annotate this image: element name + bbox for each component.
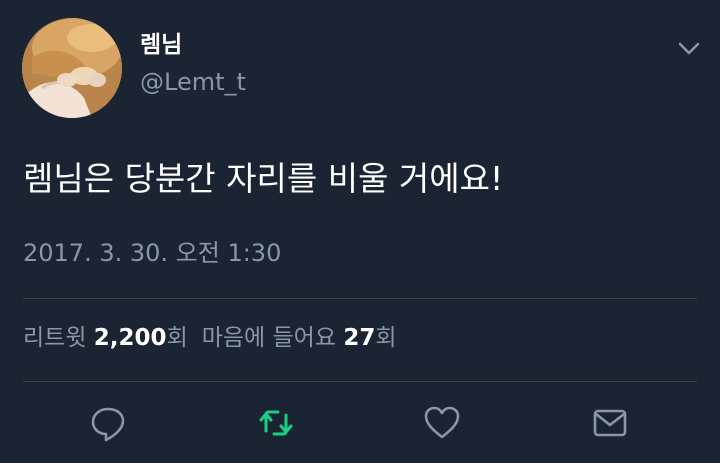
reply-icon	[91, 407, 125, 442]
avatar-cat-photo-icon	[22, 18, 122, 118]
display-name[interactable]: 렘님	[140, 34, 182, 57]
likes-count: 27	[343, 325, 376, 351]
heart-icon	[424, 406, 460, 439]
likes-stat[interactable]: 마음에 들어요 27회	[202, 325, 397, 351]
tweet-timestamp[interactable]: 2017. 3. 30. 오전 1:30	[23, 241, 281, 265]
retweets-stat[interactable]: 리트윗 2,200회	[23, 325, 188, 351]
retweets-count: 2,200	[93, 325, 167, 351]
likes-unit: 회	[375, 325, 397, 351]
divider	[23, 298, 697, 299]
chevron-down-icon[interactable]	[676, 38, 702, 58]
retweets-label: 리트윗	[23, 325, 87, 351]
user-handle[interactable]: @Lemt_t	[140, 70, 246, 94]
tweet-stats: 리트윗 2,200회 마음에 들어요 27회	[23, 327, 397, 350]
direct-message-button[interactable]	[590, 403, 630, 443]
like-button[interactable]	[422, 403, 462, 443]
likes-label: 마음에 들어요	[201, 325, 337, 351]
retweet-icon	[259, 410, 293, 436]
tweet-card: 렘님 @Lemt_t 렘님은 당분간 자리를 비울 거에요! 2017. 3. …	[0, 0, 720, 463]
mail-icon	[593, 409, 627, 437]
divider	[23, 381, 697, 382]
avatar[interactable]	[22, 18, 122, 118]
retweets-unit: 회	[166, 325, 188, 351]
reply-button[interactable]	[88, 403, 128, 443]
retweet-button[interactable]	[256, 403, 296, 443]
tweet-text: 렘님은 당분간 자리를 비울 거에요!	[23, 159, 504, 198]
